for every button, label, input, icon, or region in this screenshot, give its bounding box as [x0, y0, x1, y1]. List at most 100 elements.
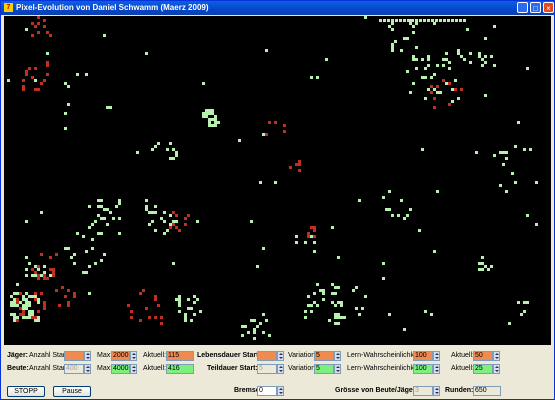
prey-pixel [382, 262, 385, 265]
hunter-pixel [22, 85, 25, 88]
hunter-pixel [313, 226, 316, 229]
prey-pixel [447, 19, 450, 22]
prey-pixel [352, 289, 355, 292]
beute-lern-field[interactable]: 100 [413, 364, 433, 374]
hunter-pixel [37, 31, 40, 34]
beute-lern-spinner[interactable] [433, 364, 440, 374]
hunter-pixel [448, 103, 451, 106]
prey-pixel [433, 250, 436, 253]
prey-pixel [85, 73, 88, 76]
prey-pixel [211, 109, 214, 112]
jaeger-aktuell2-field[interactable]: 50 [473, 351, 493, 361]
prey-pixel [241, 334, 244, 337]
jaeger-anzahl-start-spinner[interactable] [84, 351, 91, 361]
minimize-button[interactable]: _ [517, 2, 528, 13]
hunter-pixel [160, 316, 163, 319]
beute-max-field[interactable]: 4000 [111, 364, 130, 374]
prey-pixel [322, 292, 325, 295]
prey-pixel [411, 19, 414, 22]
beute-anzahl-start-spinner[interactable] [84, 364, 91, 374]
prey-pixel [391, 19, 394, 22]
jaeger-lern-field[interactable]: 100 [413, 351, 433, 361]
prey-pixel [535, 223, 538, 226]
jaeger-lern-spinner[interactable] [433, 351, 440, 361]
groesse-field[interactable]: 3 [413, 386, 433, 396]
lebensdauer-start-spinner[interactable] [277, 351, 284, 361]
prey-pixel [412, 55, 415, 58]
prey-pixel [22, 307, 25, 310]
beute-anzahl-start-field[interactable]: 400 [64, 364, 84, 374]
prey-pixel [481, 256, 484, 259]
prey-pixel [526, 301, 529, 304]
bremse-spinner[interactable] [277, 386, 284, 396]
teildauer-start-spinner[interactable] [277, 364, 284, 374]
beute-variation-spinner[interactable] [334, 364, 341, 374]
jaeger-label: Jäger: [7, 352, 29, 359]
prey-pixel [178, 295, 181, 298]
hunter-pixel [139, 292, 142, 295]
jaeger-max-field[interactable]: 2000 [111, 351, 130, 361]
hunter-pixel [34, 88, 37, 91]
prey-pixel [484, 61, 487, 64]
prey-pixel [85, 250, 88, 253]
prey-pixel [484, 265, 487, 268]
prey-pixel [403, 217, 406, 220]
prey-pixel [19, 301, 22, 304]
prey-pixel [406, 37, 409, 40]
prey-pixel [184, 313, 187, 316]
stopp-button[interactable]: STOPP [7, 386, 45, 397]
jaeger-aktuell-field: 115 [166, 351, 194, 361]
jaeger-aktuell2-spinner[interactable] [493, 351, 500, 361]
prey-pixel [118, 199, 121, 202]
prey-pixel [205, 112, 208, 115]
teildauer-start-field[interactable]: 5 [257, 364, 277, 374]
prey-pixel [412, 58, 415, 61]
hunter-pixel [46, 31, 49, 34]
hunter-pixel [37, 277, 40, 280]
maximize-button[interactable]: □ [530, 2, 541, 13]
prey-pixel [421, 76, 424, 79]
bremse-field[interactable]: 0 [257, 386, 277, 396]
prey-pixel [43, 265, 46, 268]
beute-aktuell2-spinner[interactable] [493, 364, 500, 374]
prey-pixel [37, 301, 40, 304]
groesse-spinner[interactable] [433, 386, 440, 396]
prey-pixel [445, 58, 448, 61]
beute-aktuell2-field[interactable]: 25 [473, 364, 493, 374]
prey-pixel [88, 265, 91, 268]
close-button[interactable]: × [543, 2, 554, 13]
prey-pixel [493, 64, 496, 67]
hunter-pixel [34, 316, 37, 319]
beute-variation-field[interactable]: 5 [314, 364, 334, 374]
app-window: 7 Pixel-Evolution von Daniel Schwamm (Ma… [0, 0, 555, 400]
beute-max-spinner[interactable] [130, 364, 137, 374]
prey-pixel [337, 256, 340, 259]
prey-pixel [193, 295, 196, 298]
prey-pixel [427, 58, 430, 61]
prey-pixel [526, 67, 529, 70]
prey-pixel [169, 157, 172, 160]
jaeger-anzahl-start-field[interactable] [64, 351, 84, 361]
lebensdauer-start-field[interactable] [257, 351, 277, 361]
prey-pixel [443, 19, 446, 22]
jaeger-variation-field[interactable]: 5 [314, 351, 334, 361]
prey-pixel [118, 202, 121, 205]
prey-pixel [448, 61, 451, 64]
pause-button[interactable]: Pause [53, 386, 91, 397]
prey-pixel [433, 73, 436, 76]
prey-pixel [340, 301, 343, 304]
jaeger-variation-spinner[interactable] [334, 351, 341, 361]
prey-pixel [160, 217, 163, 220]
hunter-pixel [43, 19, 46, 22]
prey-pixel [415, 22, 418, 25]
prey-pixel [184, 316, 187, 319]
hunter-pixel [37, 274, 40, 277]
prey-pixel [214, 118, 217, 121]
hunter-pixel [295, 163, 298, 166]
jaeger-max-spinner[interactable] [130, 351, 137, 361]
title-bar[interactable]: 7 Pixel-Evolution von Daniel Schwamm (Ma… [1, 1, 554, 15]
hunter-pixel [169, 226, 172, 229]
prey-pixel [202, 82, 205, 85]
prey-pixel [202, 115, 205, 118]
prey-pixel [508, 322, 511, 325]
